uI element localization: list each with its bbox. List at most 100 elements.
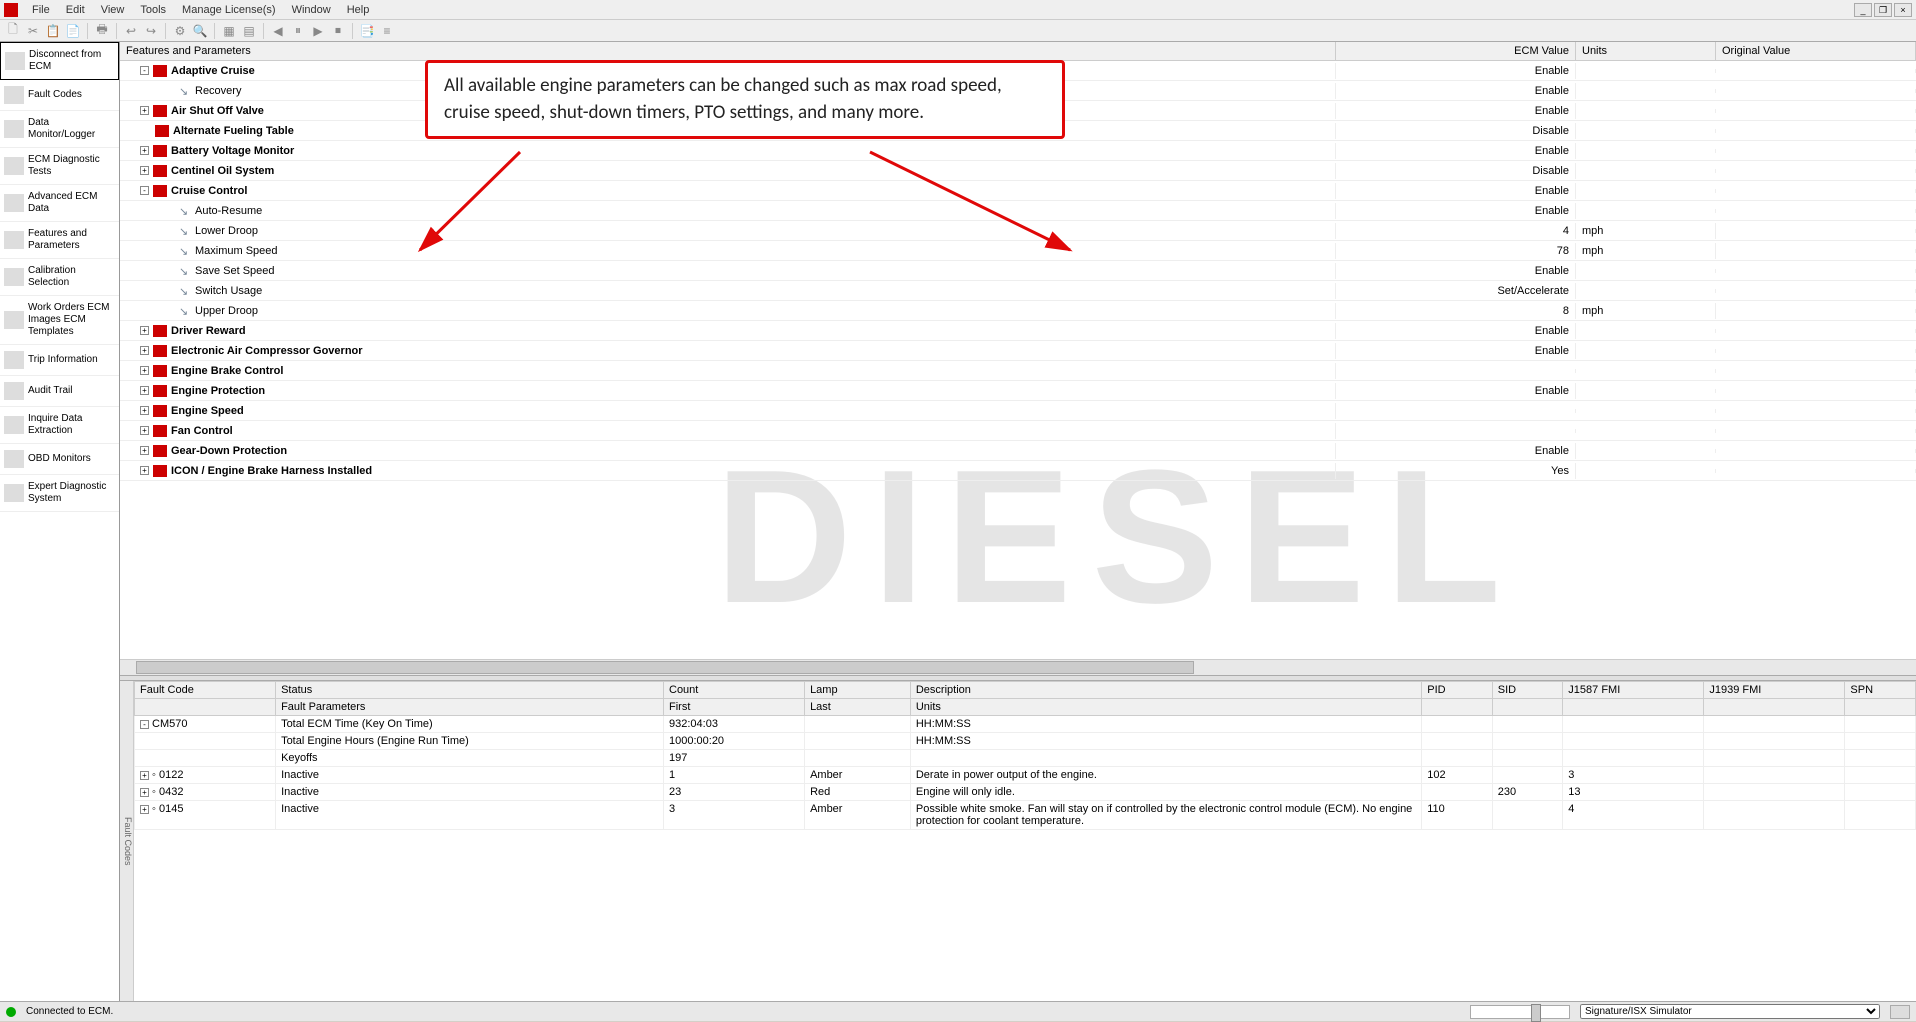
toolbar-button[interactable]: 📄 <box>64 22 82 40</box>
menu-item[interactable]: Manage License(s) <box>174 2 284 18</box>
sidebar-item[interactable]: Calibration Selection <box>0 259 119 296</box>
table-row[interactable]: + ◦ 0432Inactive23RedEngine will only id… <box>135 784 1916 801</box>
expand-toggle[interactable]: + <box>140 788 149 797</box>
expand-toggle[interactable]: - <box>140 66 149 75</box>
menu-item[interactable]: Window <box>284 2 339 18</box>
parameter-row[interactable]: -Cruise ControlEnable <box>120 181 1916 201</box>
column-header[interactable]: SID <box>1492 682 1563 699</box>
column-header[interactable]: J1587 FMI <box>1563 682 1704 699</box>
expand-toggle[interactable]: + <box>140 146 149 155</box>
expand-toggle[interactable]: + <box>140 426 149 435</box>
expand-toggle[interactable]: - <box>140 720 149 729</box>
menu-item[interactable]: Help <box>339 2 378 18</box>
table-row[interactable]: + ◦ 0145Inactive3AmberPossible white smo… <box>135 801 1916 830</box>
column-header[interactable]: ECM Value <box>1336 42 1576 60</box>
sidebar-item[interactable]: ECM Diagnostic Tests <box>0 148 119 185</box>
parameter-row[interactable]: ↘Auto-ResumeEnable <box>120 201 1916 221</box>
parameter-row[interactable]: +Electronic Air Compressor GovernorEnabl… <box>120 341 1916 361</box>
expand-toggle[interactable]: + <box>140 386 149 395</box>
expand-toggle[interactable]: + <box>140 406 149 415</box>
column-header[interactable]: SPN <box>1845 682 1916 699</box>
sidebar-item[interactable]: Work Orders ECM Images ECM Templates <box>0 296 119 345</box>
column-header[interactable]: Features and Parameters <box>120 42 1336 60</box>
expand-toggle[interactable]: + <box>140 346 149 355</box>
sidebar-item[interactable]: Trip Information <box>0 345 119 376</box>
column-header[interactable]: Status <box>276 682 664 699</box>
parameters-grid[interactable]: Features and Parameters ECM Value Units … <box>120 42 1916 659</box>
window-close-button[interactable]: × <box>1894 3 1912 17</box>
horizontal-scrollbar[interactable] <box>120 659 1916 675</box>
parameter-row[interactable]: ↘Lower Droop4mph <box>120 221 1916 241</box>
toolbar-button[interactable]: 🗋 <box>4 22 22 40</box>
expand-toggle[interactable]: + <box>140 166 149 175</box>
expand-toggle[interactable]: + <box>140 446 149 455</box>
expand-toggle[interactable]: - <box>140 186 149 195</box>
expand-toggle[interactable]: + <box>140 466 149 475</box>
window-minimize-button[interactable]: _ <box>1854 3 1872 17</box>
expand-toggle[interactable]: + <box>140 366 149 375</box>
simulator-select[interactable]: Signature/ISX Simulator <box>1580 1004 1880 1019</box>
toolbar-button[interactable]: ↩ <box>122 22 140 40</box>
toolbar-button[interactable]: ✂ <box>24 22 42 40</box>
toolbar-button[interactable]: 📋 <box>44 22 62 40</box>
sidebar-item[interactable]: Expert Diagnostic System <box>0 475 119 512</box>
menu-item[interactable]: Tools <box>132 2 174 18</box>
status-button[interactable] <box>1890 1005 1910 1019</box>
parameter-row[interactable]: +Engine Brake Control <box>120 361 1916 381</box>
toolbar-button[interactable]: ▶ <box>309 22 327 40</box>
toolbar-button[interactable]: 📑 <box>358 22 376 40</box>
toolbar-button[interactable]: 🖶 <box>93 22 111 40</box>
column-header[interactable]: Lamp <box>805 682 911 699</box>
menu-item[interactable]: View <box>93 2 133 18</box>
menu-item[interactable]: Edit <box>58 2 93 18</box>
table-row[interactable]: Total Engine Hours (Engine Run Time)1000… <box>135 733 1916 750</box>
toolbar-button[interactable]: ◀ <box>269 22 287 40</box>
parameter-row[interactable]: ↘Save Set SpeedEnable <box>120 261 1916 281</box>
parameter-row[interactable]: ↘Switch UsageSet/Accelerate <box>120 281 1916 301</box>
parameter-row[interactable]: +Battery Voltage MonitorEnable <box>120 141 1916 161</box>
sidebar-item[interactable]: Data Monitor/Logger <box>0 111 119 148</box>
toolbar-button[interactable]: ▤ <box>240 22 258 40</box>
toolbar-button[interactable]: ≡ <box>378 22 396 40</box>
sidebar-item[interactable]: OBD Monitors <box>0 444 119 475</box>
column-header[interactable]: Fault Code <box>135 682 276 699</box>
fault-codes-table[interactable]: Fault CodeStatusCountLampDescriptionPIDS… <box>134 681 1916 830</box>
column-header[interactable]: J1939 FMI <box>1704 682 1845 699</box>
parameter-row[interactable]: +ICON / Engine Brake Harness InstalledYe… <box>120 461 1916 481</box>
parameter-row[interactable]: ↘Upper Droop8mph <box>120 301 1916 321</box>
table-row[interactable]: - CM570Total ECM Time (Key On Time)932:0… <box>135 716 1916 733</box>
zoom-slider[interactable] <box>1470 1005 1570 1019</box>
column-header[interactable]: Original Value <box>1716 42 1916 60</box>
column-header[interactable]: Units <box>1576 42 1716 60</box>
table-row[interactable]: + ◦ 0122Inactive1AmberDerate in power ou… <box>135 767 1916 784</box>
toolbar-button[interactable]: ⚙ <box>171 22 189 40</box>
parameter-row[interactable]: +Centinel Oil SystemDisable <box>120 161 1916 181</box>
toolbar-button[interactable]: ⏸ <box>289 22 307 40</box>
toolbar-button[interactable]: 🔍 <box>191 22 209 40</box>
sidebar-item[interactable]: Advanced ECM Data <box>0 185 119 222</box>
table-row[interactable]: Keyoffs197 <box>135 750 1916 767</box>
parameter-row[interactable]: +Fan Control <box>120 421 1916 441</box>
expand-toggle[interactable]: + <box>140 805 149 814</box>
menu-item[interactable]: File <box>24 2 58 18</box>
sidebar-item[interactable]: Inquire Data Extraction <box>0 407 119 444</box>
parameter-row[interactable]: +Gear-Down ProtectionEnable <box>120 441 1916 461</box>
column-header[interactable]: PID <box>1422 682 1493 699</box>
sidebar-item[interactable]: Fault Codes <box>0 80 119 111</box>
column-header[interactable]: Count <box>664 682 805 699</box>
sidebar-item[interactable]: Disconnect from ECM <box>0 42 119 80</box>
parameter-row[interactable]: +Engine Speed <box>120 401 1916 421</box>
parameter-row[interactable]: +Engine ProtectionEnable <box>120 381 1916 401</box>
sidebar-item[interactable]: Features and Parameters <box>0 222 119 259</box>
toolbar-button[interactable]: ↪ <box>142 22 160 40</box>
toolbar-button[interactable]: ▦ <box>220 22 238 40</box>
toolbar-button[interactable]: ⏹ <box>329 22 347 40</box>
expand-toggle[interactable]: + <box>140 771 149 780</box>
column-header[interactable]: Description <box>910 682 1421 699</box>
expand-toggle[interactable]: + <box>140 106 149 115</box>
window-restore-button[interactable]: ❐ <box>1874 3 1892 17</box>
expand-toggle[interactable]: + <box>140 326 149 335</box>
parameter-row[interactable]: +Driver RewardEnable <box>120 321 1916 341</box>
sidebar-item[interactable]: Audit Trail <box>0 376 119 407</box>
parameter-row[interactable]: ↘Maximum Speed78mph <box>120 241 1916 261</box>
